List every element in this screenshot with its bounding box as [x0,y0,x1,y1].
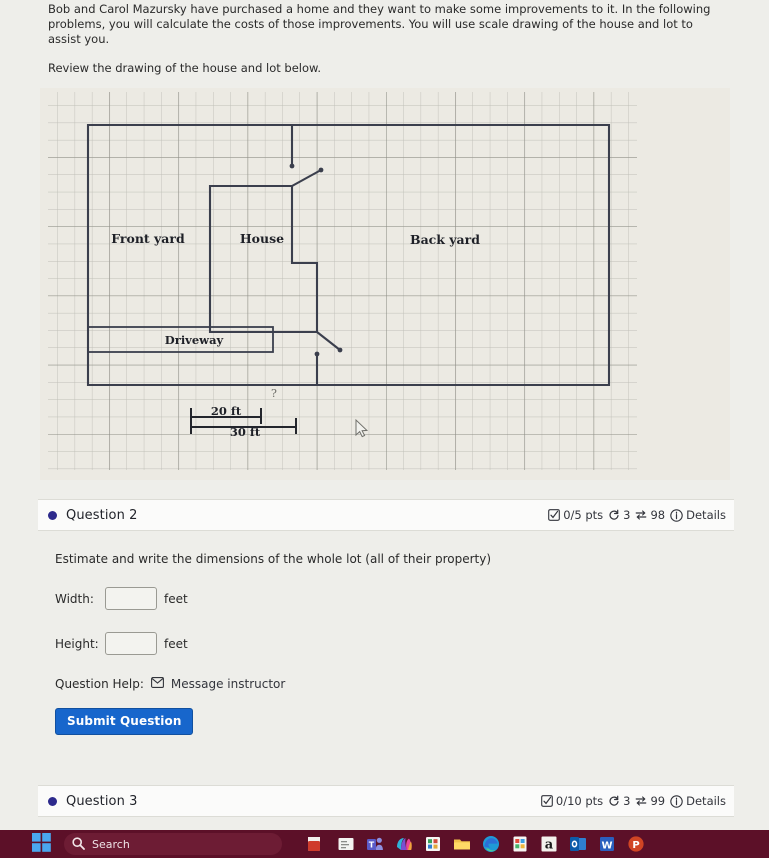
width-label: Width: [55,591,94,606]
grid-paper [48,92,637,470]
svg-text:W: W [601,840,612,851]
shuffle-arrows-icon [635,795,647,807]
envelope-icon [150,677,164,691]
checkbox-icon [541,795,553,807]
label-back-yard: Back yard [410,232,480,247]
question-3-meta: 0/10 pts 3 99 Details [541,794,726,808]
message-instructor-link[interactable]: Message instructor [171,677,285,691]
question-2-body: Estimate and write the dimensions of the… [55,552,715,735]
scale-20ft-label: 20 ft [211,404,242,418]
intro-review-line: Review the drawing of the house and lot … [48,60,322,75]
question-3-points: 0/10 pts [555,794,604,808]
question-status-dot [48,510,57,520]
word-icon[interactable]: W [597,834,617,854]
question-2-points: 0/5 pts [563,508,604,522]
info-icon [670,794,683,808]
question-3-version: 99 [650,794,666,808]
windows-start-icon[interactable] [32,832,51,856]
question-2-attempts: 3 [623,508,631,522]
calculator-icon[interactable] [423,834,443,854]
search-icon [72,835,85,854]
retry-icon [608,509,620,521]
question-2-header: Question 2 0/5 pts 3 98 Details [38,499,734,531]
question-help-label: Question Help: [55,677,144,691]
scale-30ft-label: 30 ft [230,425,261,439]
question-3-details-link[interactable]: Details [670,794,726,808]
question-2-details-label: Details [686,508,726,522]
svg-text:a: a [545,838,554,853]
amazon-icon[interactable]: a [539,834,559,854]
search-placeholder: Search [92,837,130,851]
windows-taskbar: Search T a W P [0,830,769,858]
width-unit: feet [164,591,188,606]
height-field-row: Height: feet [55,632,715,655]
intro-paragraph: Bob and Carol Mazursky have purchased a … [48,2,711,47]
info-icon [670,508,683,522]
gate-hinge-bottom [337,347,343,353]
microsoft-teams-icon[interactable]: T [365,834,385,854]
question-2-version: 98 [650,508,666,522]
question-2-prompt: Estimate and write the dimensions of the… [55,552,492,566]
height-unit: feet [164,636,188,651]
height-input[interactable] [105,632,157,655]
app-colorful-icon[interactable] [510,834,530,854]
svg-text:T: T [369,841,375,850]
question-status-dot [48,796,57,806]
microsoft-edge-icon[interactable] [481,834,501,854]
height-label: Height: [55,636,99,651]
file-explorer-document-icon[interactable] [336,834,356,854]
outlook-icon[interactable] [568,834,588,854]
fence-post-top [289,163,295,169]
question-3-attempts: 3 [623,794,631,808]
label-front-yard: Front yard [111,231,185,246]
submit-question-button[interactable]: Submit Question [55,708,194,735]
taskbar-app-icons: T a W P [336,834,646,854]
house-lot-diagram: Front yard House Back yard Driveway ? 20… [40,88,730,480]
copilot-icon[interactable] [394,834,414,854]
stray-mark: ? [271,387,277,400]
question-2-details-link[interactable]: Details [670,508,726,522]
intro-text: Bob and Carol Mazursky have purchased a … [48,2,728,76]
question-3-details-label: Details [686,794,726,808]
gate-hinge-top [318,167,324,173]
label-driveway: Driveway [165,333,224,347]
width-field-row: Width: feet [55,587,715,610]
retry-icon [608,795,620,807]
question-2-title: Question 2 [66,507,138,523]
taskbar-search-box[interactable]: Search [64,833,282,855]
svg-text:P: P [632,840,639,851]
question-3-header: Question 3 0/10 pts 3 99 Details [38,785,734,817]
width-input[interactable] [105,587,157,610]
question-3-title: Question 3 [66,793,138,809]
folder-icon[interactable] [452,834,472,854]
shuffle-arrows-icon [635,509,647,521]
question-help-row: Question Help: Message instructor [55,677,715,691]
question-2-meta: 0/5 pts 3 98 Details [548,508,726,522]
sticky-notes-icon[interactable] [304,834,324,854]
powerpoint-icon[interactable]: P [626,834,646,854]
label-house: House [240,231,284,246]
checkbox-icon [548,509,561,521]
